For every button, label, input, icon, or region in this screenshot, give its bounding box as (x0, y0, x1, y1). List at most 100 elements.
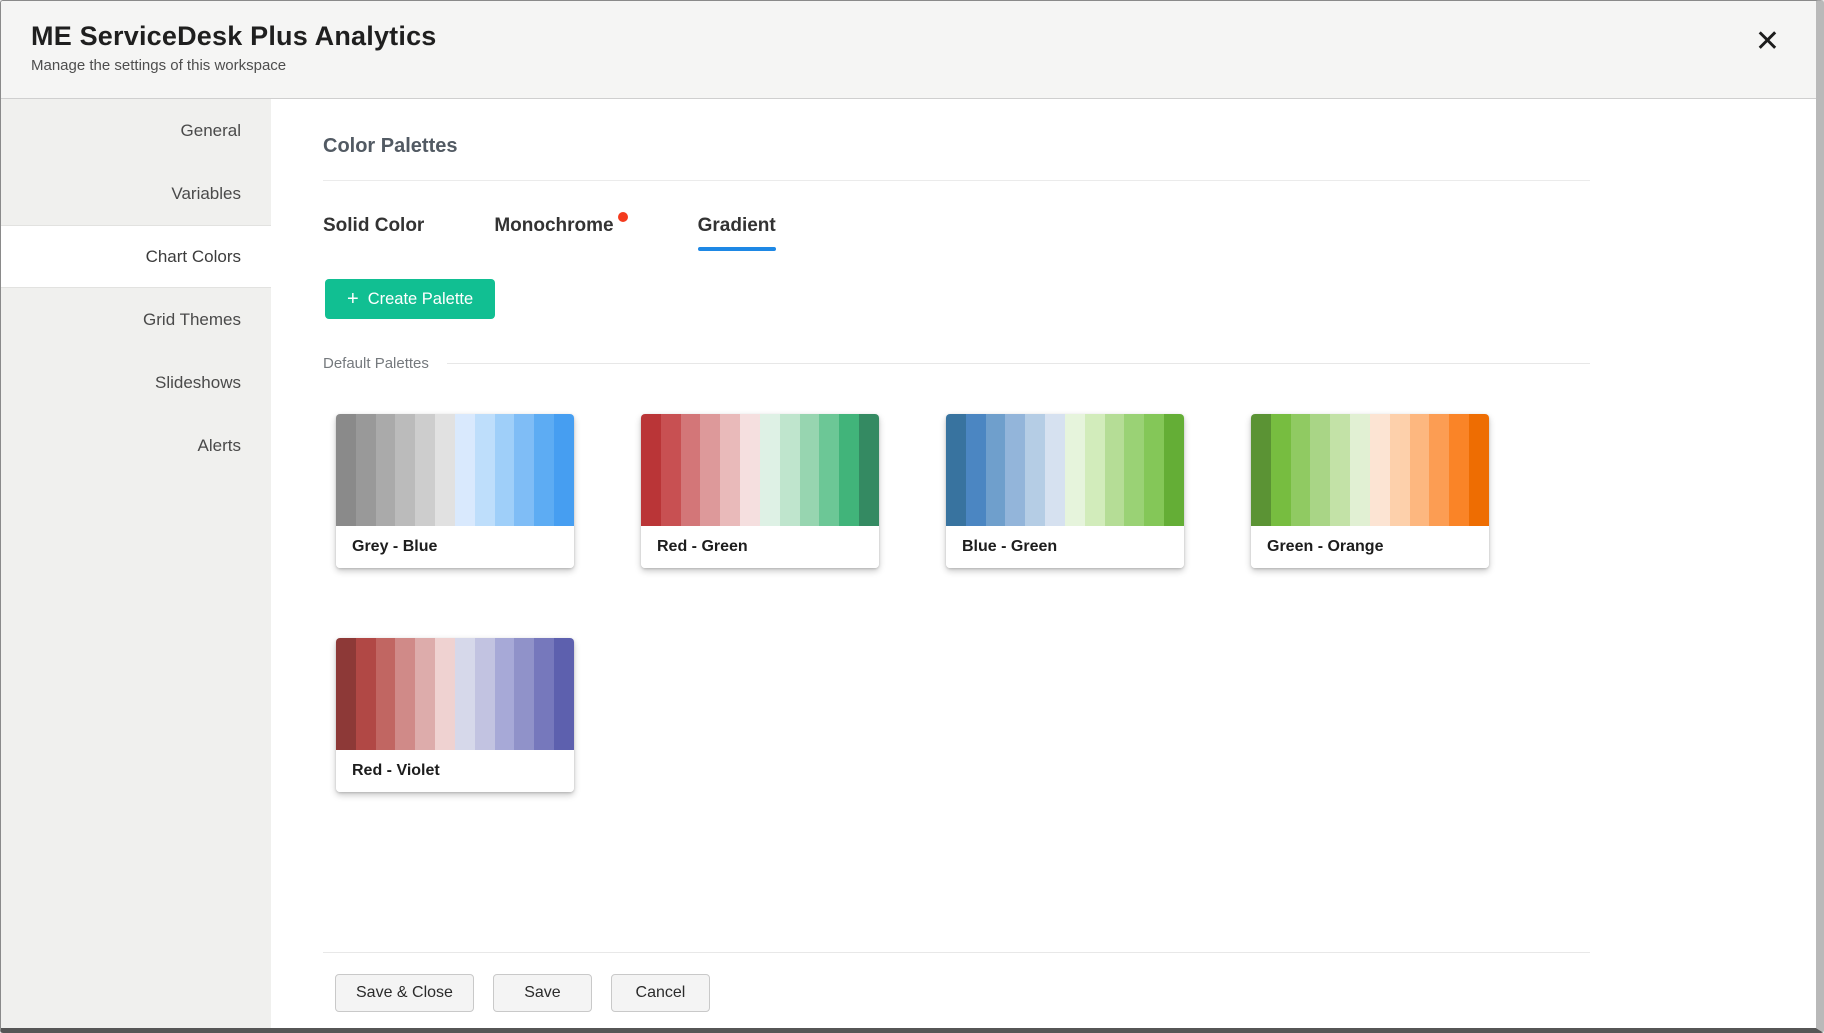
color-swatch (800, 414, 820, 526)
palette-card-grey-blue[interactable]: Grey - Blue (336, 414, 574, 568)
color-swatch (1469, 414, 1489, 526)
color-swatch (700, 414, 720, 526)
default-palettes-label: Default Palettes (323, 355, 429, 372)
color-swatch (966, 414, 986, 526)
sidebar-item-variables[interactable]: Variables (1, 162, 271, 225)
sidebar-item-grid-themes[interactable]: Grid Themes (1, 288, 271, 351)
sidebar-item-label: Grid Themes (143, 310, 241, 330)
color-swatch (1429, 414, 1449, 526)
settings-dialog: ME ServiceDesk Plus Analytics Manage the… (0, 0, 1824, 1033)
footer-actions: Save & Close Save Cancel (323, 952, 1590, 1028)
color-swatch (1310, 414, 1330, 526)
color-swatch (1271, 414, 1291, 526)
palette-swatches (946, 414, 1184, 526)
palette-card-red-violet[interactable]: Red - Violet (336, 638, 574, 792)
palette-grid: Grey - Blue Red - Green Blue - Green Green … (336, 414, 1576, 792)
color-swatch (1164, 414, 1184, 526)
color-swatch (1005, 414, 1025, 526)
color-swatch (395, 414, 415, 526)
color-swatch (1124, 414, 1144, 526)
palette-card-blue-green[interactable]: Blue - Green (946, 414, 1184, 568)
sidebar-item-label: General (181, 121, 241, 141)
color-swatch (534, 638, 554, 750)
color-swatch (495, 638, 515, 750)
color-swatch (514, 414, 534, 526)
save-close-button[interactable]: Save & Close (335, 974, 474, 1012)
color-swatch (376, 414, 396, 526)
palette-name: Grey - Blue (336, 526, 574, 568)
dialog-header: ME ServiceDesk Plus Analytics Manage the… (1, 1, 1816, 99)
color-swatch (435, 414, 455, 526)
sidebar: General Variables Chart Colors Grid Themes S… (1, 99, 271, 1028)
palette-card-green-orange[interactable]: Green - Orange (1251, 414, 1489, 568)
close-button[interactable]: ✕ (1755, 27, 1780, 57)
color-swatch (1350, 414, 1370, 526)
color-swatch (760, 414, 780, 526)
color-swatch (819, 414, 839, 526)
color-swatch (681, 414, 701, 526)
color-swatch (641, 414, 661, 526)
palette-swatches (336, 638, 574, 750)
color-swatch (1025, 414, 1045, 526)
sidebar-item-label: Alerts (198, 436, 241, 456)
palette-card-red-green[interactable]: Red - Green (641, 414, 879, 568)
sidebar-item-chart-colors[interactable]: Chart Colors (1, 225, 271, 288)
color-swatch (1251, 414, 1271, 526)
section-title: Color Palettes (323, 135, 1590, 181)
color-swatch (839, 414, 859, 526)
color-swatch (495, 414, 515, 526)
close-icon: ✕ (1755, 25, 1780, 58)
cancel-button[interactable]: Cancel (611, 974, 710, 1012)
color-swatch (514, 638, 534, 750)
color-swatch (455, 638, 475, 750)
palette-name: Red - Violet (336, 750, 574, 792)
color-swatch (455, 414, 475, 526)
color-swatch (1370, 414, 1390, 526)
plus-icon: + (347, 289, 359, 309)
color-swatch (554, 638, 574, 750)
save-button[interactable]: Save (493, 974, 592, 1012)
tab-monochrome[interactable]: Monochrome (494, 215, 627, 251)
sidebar-item-slideshows[interactable]: Slideshows (1, 351, 271, 414)
color-swatch (986, 414, 1006, 526)
color-swatch (435, 638, 455, 750)
tab-solid-color[interactable]: Solid Color (323, 215, 424, 251)
color-swatch (475, 638, 495, 750)
color-swatch (415, 414, 435, 526)
create-palette-label: Create Palette (368, 290, 473, 309)
color-swatch (720, 414, 740, 526)
notification-dot-icon (618, 212, 628, 222)
color-swatch (395, 638, 415, 750)
color-swatch (1105, 414, 1125, 526)
color-swatch (1291, 414, 1311, 526)
sidebar-item-alerts[interactable]: Alerts (1, 414, 271, 477)
tab-gradient[interactable]: Gradient (698, 215, 776, 251)
dialog-body: General Variables Chart Colors Grid Themes S… (1, 99, 1816, 1028)
palette-name: Green - Orange (1251, 526, 1489, 568)
color-swatch (661, 414, 681, 526)
sidebar-item-label: Variables (171, 184, 241, 204)
color-swatch (336, 414, 356, 526)
color-swatch (554, 414, 574, 526)
color-swatch (534, 414, 554, 526)
color-swatch (1065, 414, 1085, 526)
create-palette-button[interactable]: + Create Palette (325, 279, 495, 319)
color-swatch (1449, 414, 1469, 526)
color-swatch (1410, 414, 1430, 526)
palette-swatches (1251, 414, 1489, 526)
sidebar-item-label: Chart Colors (146, 247, 241, 267)
color-swatch (1390, 414, 1410, 526)
color-swatch (336, 638, 356, 750)
sidebar-item-general[interactable]: General (1, 99, 271, 162)
color-swatch (946, 414, 966, 526)
color-swatch (415, 638, 435, 750)
tab-label: Gradient (698, 215, 776, 236)
color-swatch (859, 414, 879, 526)
palette-swatches (641, 414, 879, 526)
color-swatch (1144, 414, 1164, 526)
tab-bar: Solid Color Monochrome Gradient (323, 215, 1590, 251)
color-swatch (475, 414, 495, 526)
page-subtitle: Manage the settings of this workspace (31, 57, 1786, 74)
palette-name: Red - Green (641, 526, 879, 568)
color-swatch (1330, 414, 1350, 526)
